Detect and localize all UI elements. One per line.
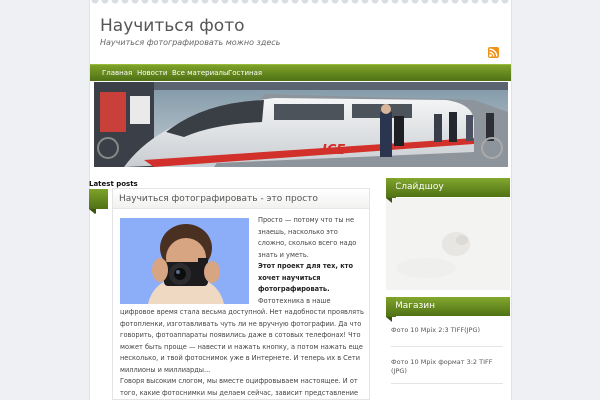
svg-text:ICE: ICE [322,143,345,158]
main-navigation: Главная Новости Все материалы Гостиная [90,64,511,81]
post-paragraph-intro: Просто — потому что ты не знаешь, наскол… [258,216,357,259]
slideshow-image[interactable] [386,198,510,290]
nav-item-all-materials[interactable]: Все материалы [172,69,228,77]
nav-item-lounge[interactable]: Гостиная [228,69,262,77]
shop-item-2[interactable]: Фото 10 Mpix формат 3:2 TIFF (JPG) [391,358,503,376]
post-title[interactable]: Научиться фотографировать - это просто [119,194,318,204]
shop-widget-header: Магазин [386,297,510,316]
nav-item-news[interactable]: Новости [137,69,167,77]
nav-item-home[interactable]: Главная [102,69,132,77]
post-paragraph-highlight: Этот проект для тех, кто хочет научиться… [258,262,354,293]
header-train-image: ICE [94,82,508,167]
slideshow-ribbon-tab [386,178,396,203]
latest-posts-label: Latest posts [89,180,138,188]
post-header: Научиться фотографировать - это просто [113,189,369,209]
top-border-decoration [90,0,511,7]
slideshow-widget-title: Слайдшоу [395,182,444,192]
post-photographer-image[interactable] [120,218,249,304]
post-body: Просто — потому что ты не знаешь, наскол… [120,215,364,399]
site-description: Научиться фотографировать можно здесь [100,38,281,47]
slideshow-widget-header: Слайдшоу [386,178,510,197]
post-card: Научиться фотографировать - это просто П… [112,188,370,400]
post-ribbon-tab [89,189,107,214]
page-container: Научиться фото Научиться фотографировать… [89,0,512,400]
post-paragraph-main: Фототехника в наше цифровое время стала … [120,296,364,374]
rss-feed-icon[interactable] [488,47,499,58]
post-paragraph-continued: Говоря высоким слогом, мы вместе оцифров… [120,377,359,397]
shop-separator [391,383,503,384]
shop-ribbon-tab [386,297,396,322]
shop-item-1[interactable]: Фото 10 Mpix 2:3 TIFF(JPG) [391,326,503,335]
shop-separator [391,346,503,347]
site-title[interactable]: Научиться фото [100,16,245,36]
shop-widget-title: Магазин [395,301,436,311]
